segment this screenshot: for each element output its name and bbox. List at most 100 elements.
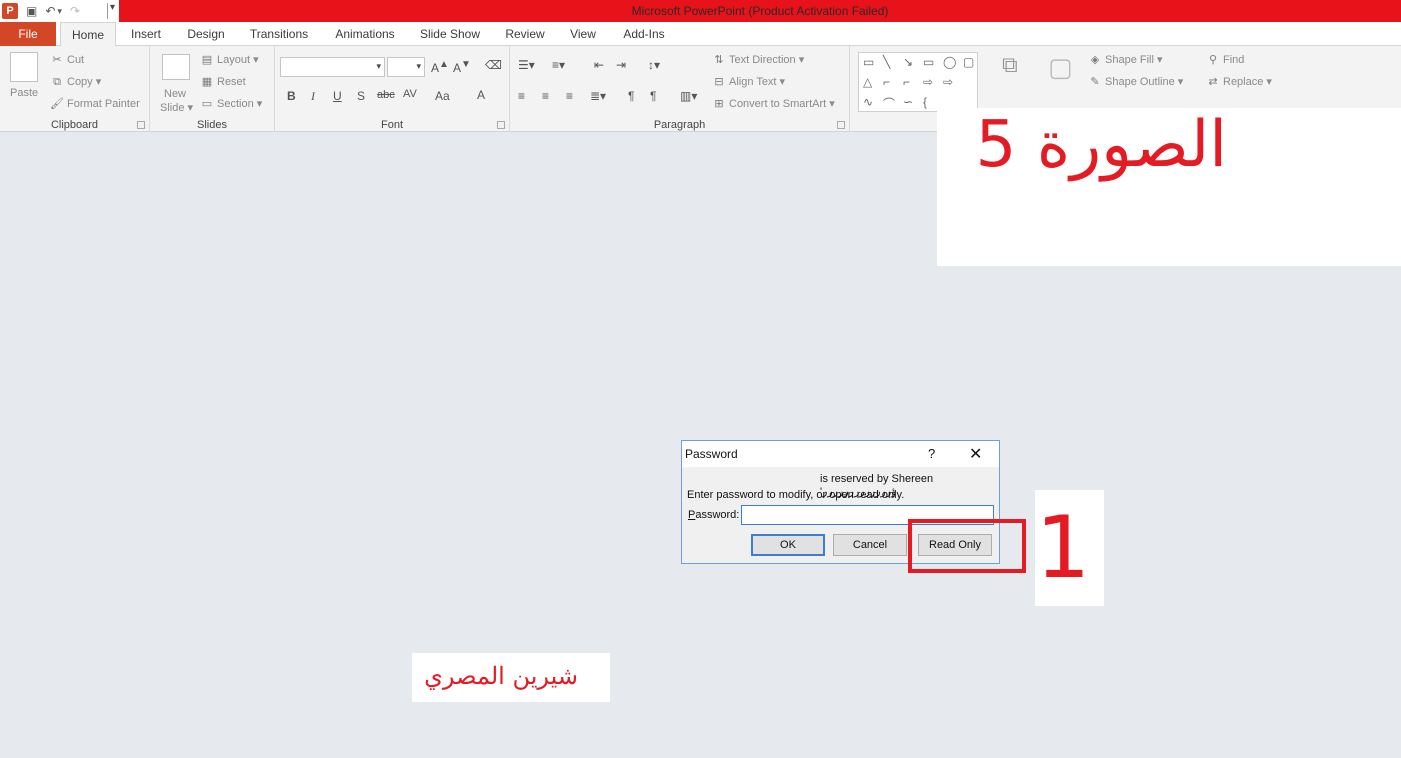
- clear-formatting-icon[interactable]: ⌫: [485, 58, 502, 72]
- layout-button[interactable]: ▤ Layout ▾: [200, 53, 259, 66]
- increase-indent-icon[interactable]: ⇥: [616, 58, 626, 72]
- undo-dropdown-icon[interactable]: ▾: [57, 6, 62, 17]
- redo-icon[interactable]: ↷: [70, 4, 80, 18]
- italic-button[interactable]: I: [311, 89, 315, 104]
- new-slide-label-1[interactable]: New: [164, 88, 186, 100]
- columns-icon[interactable]: ▥▾: [680, 89, 697, 103]
- section-button[interactable]: ▭ Section ▾: [200, 97, 262, 110]
- slides-group-label: Slides: [197, 119, 227, 131]
- font-color-button[interactable]: A: [477, 88, 485, 102]
- align-text-button[interactable]: ⊟ Align Text ▾: [712, 75, 785, 88]
- paragraph-group-label: Paragraph: [653, 119, 706, 131]
- paste-icon[interactable]: [10, 52, 38, 82]
- paragraph-launcher-icon[interactable]: [837, 121, 845, 129]
- align-right-icon[interactable]: ≡: [566, 89, 573, 103]
- cancel-button[interactable]: Cancel: [833, 534, 907, 556]
- tab-review[interactable]: Review: [502, 22, 548, 46]
- signature-text: شيرين المصري: [424, 662, 578, 690]
- copy-button[interactable]: ⧉ Copy ▾: [50, 75, 101, 89]
- arrange-icon[interactable]: ⧉: [1002, 52, 1018, 78]
- text-shadow-button[interactable]: S: [357, 89, 365, 103]
- layout-label: Layout: [217, 54, 251, 66]
- layout-icon: ▤: [201, 54, 213, 66]
- replace-button[interactable]: ⇄ Replace ▾: [1206, 75, 1272, 88]
- format-painter-button[interactable]: 🖌 Format Painter: [50, 97, 140, 110]
- toolbar-divider: [107, 3, 108, 19]
- line-spacing-icon[interactable]: ↕▾: [648, 58, 660, 72]
- strikethrough-button[interactable]: abc: [377, 89, 395, 101]
- bullets-icon[interactable]: ☰▾: [518, 58, 535, 72]
- tab-slide-show[interactable]: Slide Show: [416, 22, 484, 46]
- title-bar: P ▣ ↶ ▾ ↷ ▾ Microsoft PowerPoint (Produc…: [0, 0, 1401, 22]
- shrink-font-icon[interactable]: A▼: [453, 59, 471, 75]
- font-launcher-icon[interactable]: [497, 121, 505, 129]
- format-painter-label: Format Painter: [67, 98, 140, 110]
- elbow-arrow-icon[interactable]: ⌐: [903, 75, 910, 89]
- tab-design[interactable]: Design: [182, 22, 230, 46]
- shape-outline-button[interactable]: ✎ Shape Outline ▾: [1088, 75, 1183, 88]
- numbering-icon[interactable]: ≡▾: [552, 58, 565, 72]
- line-shape-icon[interactable]: ╲: [883, 55, 890, 69]
- brace-shape-icon[interactable]: {: [923, 95, 927, 109]
- underline-button[interactable]: U: [333, 89, 342, 103]
- tab-transitions[interactable]: Transitions: [246, 22, 312, 46]
- rounded-rect-shape-icon[interactable]: ▢: [963, 55, 974, 69]
- convert-smartart-button[interactable]: ⊞ Convert to SmartArt ▾: [712, 97, 834, 110]
- powerpoint-app-icon[interactable]: P: [2, 3, 18, 19]
- align-left-icon[interactable]: ≡: [518, 89, 525, 103]
- help-icon[interactable]: ?: [928, 446, 935, 461]
- quick-styles-icon[interactable]: ▢: [1048, 52, 1073, 83]
- tab-file[interactable]: File: [0, 22, 56, 46]
- ltr-icon[interactable]: ¶: [628, 89, 634, 103]
- align-center-icon[interactable]: ≡: [542, 89, 549, 103]
- slides-group: New Slide ▾ ▤ Layout ▾ ▦ Reset ▭ Section ▾ …: [150, 46, 275, 132]
- oval-shape-icon[interactable]: ◯: [943, 55, 956, 69]
- new-slide-icon[interactable]: [162, 54, 190, 80]
- clipboard-launcher-icon[interactable]: [137, 121, 145, 129]
- justify-icon[interactable]: ≣▾: [590, 89, 606, 103]
- arrow-shape-icon[interactable]: ↘: [903, 55, 913, 69]
- ok-button[interactable]: OK: [751, 534, 825, 556]
- save-icon[interactable]: ▣: [26, 4, 37, 18]
- elbow-connector-icon[interactable]: ⌐: [883, 75, 890, 89]
- step-number: 1: [1035, 498, 1091, 598]
- paste-button[interactable]: Paste: [10, 87, 38, 99]
- wave-shape-icon[interactable]: ∽: [903, 95, 913, 109]
- smartart-icon: ⊞: [714, 98, 724, 110]
- right-arrow-shape-icon[interactable]: ⇨: [923, 75, 933, 89]
- rtl-icon[interactable]: ¶: [650, 89, 656, 103]
- right-arrow-2-shape-icon[interactable]: ⇨: [943, 75, 953, 89]
- tab-add-ins[interactable]: Add-Ins: [618, 22, 670, 46]
- bold-button[interactable]: B: [287, 89, 296, 103]
- grow-font-icon[interactable]: A▲: [431, 59, 449, 75]
- find-button[interactable]: ⚲ Find: [1206, 53, 1244, 66]
- curve-shape-icon[interactable]: ∿: [863, 95, 873, 109]
- reset-button[interactable]: ▦ Reset: [200, 75, 246, 88]
- shape-fill-button[interactable]: ◈ Shape Fill ▾: [1088, 53, 1163, 66]
- textbox-shape-icon[interactable]: ▭: [863, 55, 874, 69]
- replace-label: Replace: [1223, 76, 1264, 88]
- tab-insert[interactable]: Insert: [124, 22, 168, 46]
- clipboard-group: Paste ✂ Cut ⧉ Copy ▾ 🖌 Format Painter Clipb…: [0, 46, 150, 132]
- text-direction-button[interactable]: ⇅ Text Direction ▾: [712, 53, 804, 66]
- customize-toolbar-icon[interactable]: ▾: [110, 2, 115, 13]
- cut-button[interactable]: ✂ Cut: [50, 53, 84, 66]
- font-family-dropdown[interactable]: [280, 57, 385, 77]
- font-group-label: Font: [380, 119, 403, 131]
- replace-icon: ⇄: [1208, 76, 1218, 88]
- decrease-indent-icon[interactable]: ⇤: [594, 58, 604, 72]
- close-icon[interactable]: ✕: [969, 444, 982, 464]
- quick-access-toolbar: P ▣ ↶ ▾ ↷ ▾: [0, 0, 119, 22]
- tab-animations[interactable]: Animations: [330, 22, 400, 46]
- arc-shape-icon[interactable]: ⌒: [883, 95, 895, 112]
- character-spacing-button[interactable]: AV: [403, 88, 417, 100]
- new-slide-button[interactable]: Slide ▾: [160, 101, 193, 114]
- triangle-shape-icon[interactable]: △: [863, 75, 872, 89]
- undo-icon[interactable]: ↶: [45, 4, 55, 18]
- new-slide-label-2: Slide: [160, 102, 185, 114]
- font-size-dropdown[interactable]: [387, 57, 425, 77]
- rectangle-shape-icon[interactable]: ▭: [923, 55, 934, 69]
- tab-view[interactable]: View: [566, 22, 600, 46]
- tab-home[interactable]: Home: [60, 22, 116, 47]
- change-case-button[interactable]: Aa: [435, 89, 450, 103]
